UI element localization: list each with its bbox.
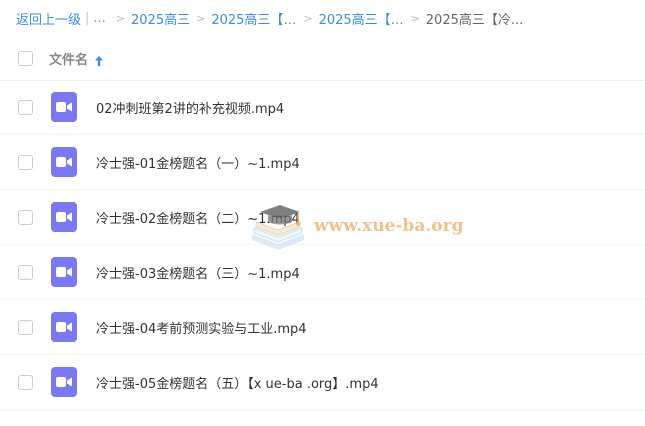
arrow-up-icon[interactable] [94, 52, 104, 66]
file-row[interactable]: 冷士强-02金榜题名（二）~1.mp4 [0, 190, 645, 245]
video-file-icon [51, 202, 77, 232]
row-checkbox[interactable] [18, 154, 33, 170]
chevron-right-icon: > [410, 11, 420, 25]
chevron-right-icon: > [303, 11, 313, 25]
filename-column-header[interactable]: 文件名 [49, 49, 88, 68]
row-checkbox[interactable] [18, 319, 33, 335]
breadcrumb-item-3[interactable]: 2025高三【化... [319, 9, 405, 28]
video-file-icon [51, 367, 77, 397]
file-name[interactable]: 冷士强-02金榜题名（二）~1.mp4 [96, 208, 300, 227]
select-all-checkbox[interactable] [18, 50, 33, 66]
file-name[interactable]: 冷士强-05金榜题名（五）【x ue-ba .org】.mp4 [96, 373, 379, 392]
row-checkbox[interactable] [18, 209, 33, 225]
video-file-icon [51, 147, 77, 177]
row-checkbox[interactable] [18, 264, 33, 280]
video-file-icon [51, 92, 77, 122]
file-row[interactable]: 冷士强-04考前预测实验与工业.mp4 [0, 300, 645, 355]
row-checkbox[interactable] [18, 99, 33, 115]
video-file-icon [51, 257, 77, 287]
file-row[interactable]: 冷士强-03金榜题名（三）~1.mp4 [0, 245, 645, 300]
breadcrumb-ellipsis[interactable]: ... [93, 11, 105, 26]
file-row[interactable]: 冷士强-05金榜题名（五）【x ue-ba .org】.mp4 [0, 355, 645, 410]
file-name[interactable]: 02冲刺班第2讲的补充视频.mp4 [96, 98, 284, 117]
breadcrumb-divider: | [85, 10, 90, 26]
file-list: 02冲刺班第2讲的补充视频.mp4 冷士强-01金榜题名（一）~1.mp4 冷士… [0, 80, 645, 410]
file-name[interactable]: 冷士强-01金榜题名（一）~1.mp4 [96, 153, 300, 172]
breadcrumb-current: 2025高三【冷... [425, 12, 524, 28]
file-row[interactable]: 冷士强-01金榜题名（一）~1.mp4 [0, 135, 645, 190]
breadcrumb: 返回上一级 | ... > 2025高三 > 2025高三【押... > 202… [16, 9, 637, 28]
file-name[interactable]: 冷士强-03金榜题名（三）~1.mp4 [96, 263, 300, 282]
video-file-icon [51, 312, 77, 342]
file-row[interactable]: 02冲刺班第2讲的补充视频.mp4 [0, 80, 645, 135]
breadcrumb-item-1[interactable]: 2025高三 [131, 9, 190, 28]
file-list-header: 文件名 [0, 36, 645, 81]
file-name[interactable]: 冷士强-04考前预测实验与工业.mp4 [96, 318, 307, 337]
back-link[interactable]: 返回上一级 [16, 9, 81, 28]
breadcrumb-item-2[interactable]: 2025高三【押... [211, 9, 297, 28]
chevron-right-icon: > [196, 11, 206, 25]
chevron-right-icon: > [115, 11, 126, 25]
row-checkbox[interactable] [18, 374, 33, 390]
